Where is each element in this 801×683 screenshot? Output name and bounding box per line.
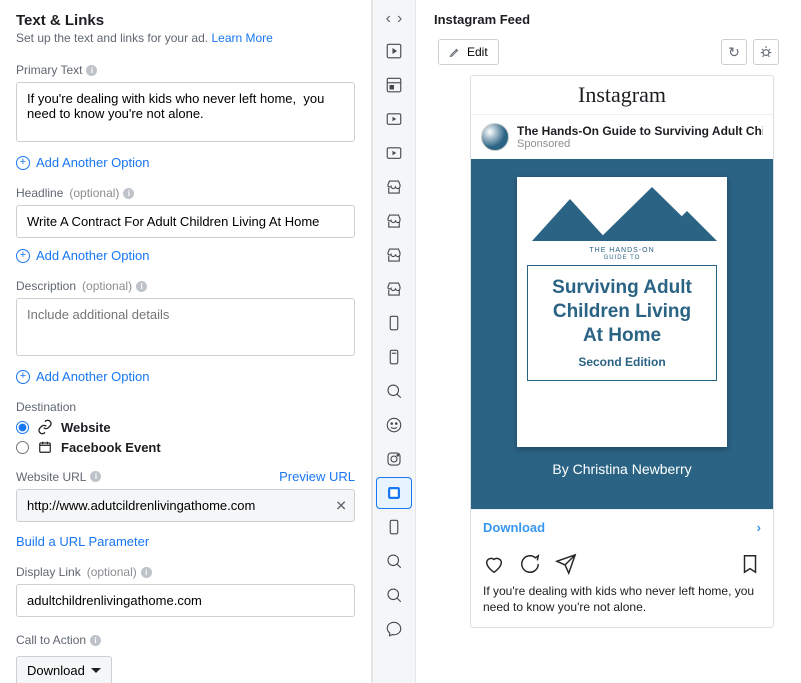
instagram-logo: Instagram (471, 76, 773, 115)
add-primary-text-button[interactable]: + Add Another Option (16, 155, 149, 170)
placement-groups-icon[interactable] (376, 409, 412, 441)
ig-cta-label: Download (483, 520, 545, 535)
optional-label: (optional) (82, 279, 132, 293)
edit-button[interactable]: Edit (438, 39, 499, 65)
description-label: Description (16, 279, 76, 293)
placement-mobile-store-icon[interactable] (376, 341, 412, 373)
link-icon (37, 419, 53, 435)
info-icon[interactable]: i (141, 567, 152, 578)
section-title: Text & Links (16, 12, 355, 29)
display-link-label: Display Link (16, 565, 81, 579)
subtitle-text: Set up the text and links for your ad. (16, 31, 208, 45)
info-icon[interactable]: i (90, 635, 101, 646)
section-subtitle: Set up the text and links for your ad. L… (16, 31, 355, 45)
edit-label: Edit (467, 45, 488, 59)
add-text-label: Add Another Option (36, 248, 149, 263)
comment-icon[interactable] (519, 553, 541, 575)
placement-marketplace3-icon[interactable] (376, 239, 412, 271)
placement-instagram-feed-icon[interactable] (376, 477, 412, 509)
placement-search-icon[interactable] (376, 375, 412, 407)
radio-input[interactable] (16, 441, 29, 454)
add-text-label: Add Another Option (36, 369, 149, 384)
clear-icon[interactable]: ✕ (335, 497, 347, 514)
website-label: Website (61, 420, 111, 435)
calendar-icon (37, 439, 53, 455)
info-icon[interactable]: i (86, 65, 97, 76)
ig-caption: If you're dealing with kids who never le… (471, 579, 773, 627)
placement-search3-icon[interactable] (376, 579, 412, 611)
bug-icon[interactable] (753, 39, 779, 65)
cta-value: Download (27, 663, 85, 678)
next-placement-icon[interactable]: › (395, 8, 404, 30)
bookmark-icon[interactable] (739, 553, 761, 575)
placement-mobile2-icon[interactable] (376, 511, 412, 543)
optional-label: (optional) (87, 565, 137, 579)
refresh-icon[interactable]: ↻ (721, 39, 747, 65)
share-icon[interactable] (555, 553, 577, 575)
primary-text-input[interactable]: If you're dealing with kids who never le… (16, 82, 355, 142)
display-link-input[interactable] (16, 584, 355, 617)
chevron-down-icon (91, 668, 101, 673)
preview-url-link[interactable]: Preview URL (279, 469, 355, 484)
sponsored-label: Sponsored (517, 138, 763, 150)
placement-sidebar-icon[interactable] (376, 69, 412, 101)
website-url-input[interactable] (16, 489, 355, 522)
avatar (481, 123, 509, 151)
optional-label: (optional) (69, 186, 119, 200)
placement-video2-icon[interactable] (376, 137, 412, 169)
placement-instagram-icon[interactable] (376, 443, 412, 475)
destination-fbevent-radio[interactable]: Facebook Event (16, 439, 355, 455)
pencil-icon (449, 46, 461, 58)
placement-messenger-icon[interactable] (376, 613, 412, 645)
book-sup2: GUIDE TO (604, 255, 641, 261)
book-sup1: THE HANDS-ON (589, 247, 654, 254)
ig-cta-button[interactable]: Download › (471, 509, 773, 545)
destination-label: Destination (16, 400, 76, 414)
heart-icon[interactable] (483, 553, 505, 575)
info-icon[interactable]: i (123, 188, 134, 199)
destination-website-radio[interactable]: Website (16, 419, 355, 435)
fbevent-label: Facebook Event (61, 440, 161, 455)
preview-title: Instagram Feed (434, 12, 783, 27)
placement-marketplace2-icon[interactable] (376, 205, 412, 237)
placement-video-icon[interactable] (376, 103, 412, 135)
add-text-label: Add Another Option (36, 155, 149, 170)
info-icon[interactable]: i (136, 281, 147, 292)
book-edition: Second Edition (542, 355, 702, 370)
placement-feed-play-icon[interactable] (376, 35, 412, 67)
book-cover: THE HANDS-ONGUIDE TO Surviving Adult Chi… (517, 177, 727, 447)
placement-mobile-icon[interactable] (376, 307, 412, 339)
instagram-preview-card: Instagram The Hands-On Guide to Survivin… (470, 75, 774, 628)
plus-icon: + (16, 156, 30, 170)
headline-input[interactable] (16, 205, 355, 238)
placement-marketplace4-icon[interactable] (376, 273, 412, 305)
book-byline: By Christina Newberry (552, 461, 691, 477)
placement-marketplace-icon[interactable] (376, 171, 412, 203)
profile-name: The Hands-On Guide to Surviving Adult Ch… (517, 124, 763, 138)
plus-icon: + (16, 370, 30, 384)
add-description-button[interactable]: + Add Another Option (16, 369, 149, 384)
website-url-label: Website URL (16, 470, 86, 484)
cta-label: Call to Action (16, 633, 86, 647)
chevron-right-icon: › (757, 520, 761, 535)
cta-dropdown[interactable]: Download (16, 656, 112, 683)
ad-image: THE HANDS-ONGUIDE TO Surviving Adult Chi… (471, 159, 773, 509)
radio-input[interactable] (16, 421, 29, 434)
book-title: Surviving Adult Children Living At Home (552, 277, 692, 346)
plus-icon: + (16, 249, 30, 263)
headline-label: Headline (16, 186, 63, 200)
add-headline-button[interactable]: + Add Another Option (16, 248, 149, 263)
learn-more-link[interactable]: Learn More (211, 31, 272, 45)
placement-search2-icon[interactable] (376, 545, 412, 577)
primary-text-label: Primary Text (16, 63, 82, 77)
info-icon[interactable]: i (90, 471, 101, 482)
build-url-param-link[interactable]: Build a URL Parameter (16, 534, 149, 549)
prev-placement-icon[interactable]: ‹ (384, 8, 393, 30)
description-input[interactable] (16, 298, 355, 356)
